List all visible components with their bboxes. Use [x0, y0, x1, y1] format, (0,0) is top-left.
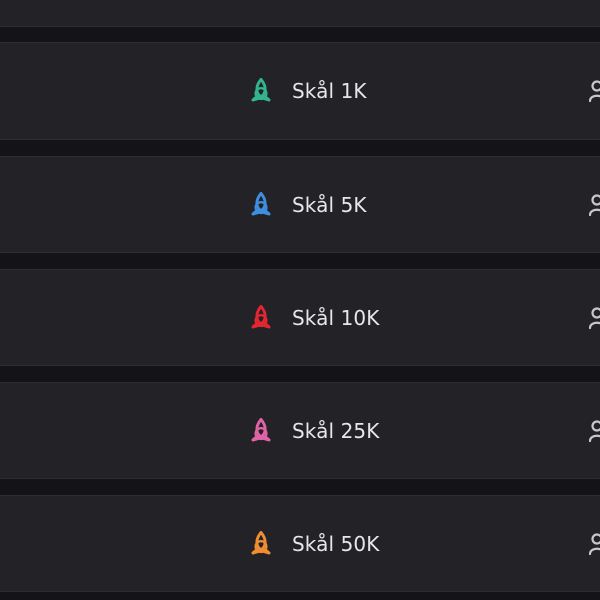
user-icon[interactable] [589, 193, 600, 217]
user-icon[interactable] [589, 532, 600, 556]
user-icon[interactable] [589, 306, 600, 330]
list-item-label: Skål 5K [292, 192, 367, 217]
triquetra-icon [251, 191, 271, 215]
user-icon[interactable] [589, 79, 600, 103]
list-item[interactable]: Skål 50K [0, 495, 600, 592]
list-item-content: Skål 5K [245, 189, 367, 221]
list-item-label: Skål 10K [292, 305, 380, 330]
list-item-content: Skål 10K [245, 302, 379, 334]
list-item-label: Skål 25K [292, 418, 380, 443]
list-screen: Skål 1K Skål 5K Skål 10K Skål 25K Skål 5… [0, 0, 600, 600]
list-item[interactable]: Skål 10K [0, 269, 600, 366]
triquetra-icon [251, 417, 271, 441]
list-item[interactable]: Skål 1K [0, 42, 600, 140]
list-item-content: Skål 50K [245, 528, 379, 560]
user-icon[interactable] [589, 419, 600, 443]
list-item[interactable]: Skål 5K [0, 156, 600, 253]
triquetra-icon [251, 530, 271, 554]
list-item[interactable]: Skål 25K [0, 382, 600, 479]
list-item-content: Skål 1K [245, 75, 367, 107]
triquetra-icon [251, 78, 271, 102]
list-item-label: Skål 50K [292, 531, 380, 556]
list-item-content: Skål 25K [245, 415, 379, 447]
milestone-list: Skål 1K Skål 5K Skål 10K Skål 25K Skål 5… [0, 0, 600, 600]
list-item-partial[interactable] [0, 0, 600, 27]
triquetra-icon [251, 304, 271, 328]
list-item-label: Skål 1K [292, 79, 367, 103]
